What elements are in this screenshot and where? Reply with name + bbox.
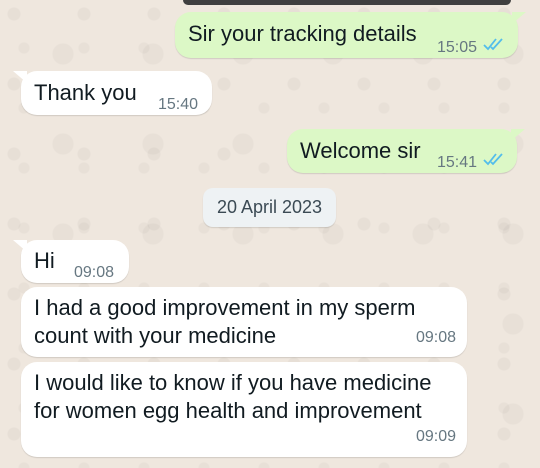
bubble-tail: [13, 71, 27, 83]
message-time: 15:40: [158, 96, 199, 113]
message-time: 15:41: [437, 154, 478, 171]
date-separator: 20 April 2023: [203, 188, 336, 227]
message-text: Thank you: [34, 80, 137, 105]
double-check-icon: [483, 153, 503, 166]
message-bubble-incoming[interactable]: I had a good improvement in my sperm cou…: [21, 287, 467, 357]
message-text: I would like to know if you have medicin…: [34, 370, 432, 423]
message-time: 09:09: [415, 428, 456, 445]
message-bubble-outgoing[interactable]: Welcome sir 15:41: [287, 129, 525, 173]
message-time: 09:08: [415, 329, 456, 346]
message-bubble-incoming[interactable]: I would like to know if you have medicin…: [21, 362, 467, 457]
message-time: 09:08: [74, 264, 115, 281]
bubble-tail: [13, 240, 27, 252]
media-thumbnail-edge[interactable]: [183, 0, 511, 5]
message-text: Sir your tracking details: [188, 21, 417, 46]
message-text: Welcome sir: [300, 138, 421, 163]
message-text: Hi: [34, 248, 55, 273]
message-time: 15:05: [437, 39, 478, 56]
message-bubble-incoming[interactable]: Thank you 15:40: [13, 71, 212, 115]
message-bubble-outgoing[interactable]: Sir your tracking details 15:05: [175, 12, 526, 58]
message-text: I had a good improvement in my sperm cou…: [34, 295, 416, 348]
double-check-icon: [483, 38, 503, 51]
message-bubble-incoming[interactable]: Hi 09:08: [13, 240, 129, 283]
bubble-tail: [512, 12, 526, 24]
bubble-tail: [511, 129, 525, 141]
